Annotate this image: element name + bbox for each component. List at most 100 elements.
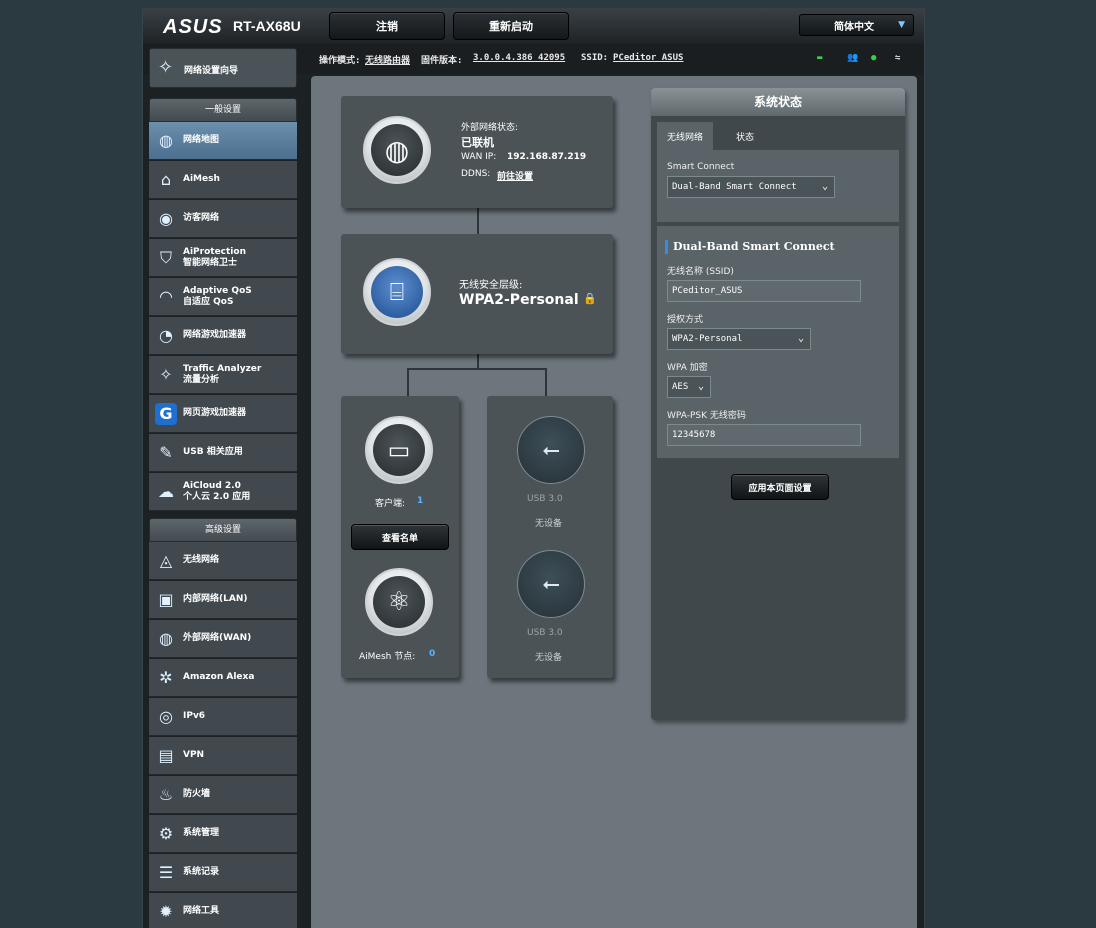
section-accent-bar xyxy=(665,240,668,254)
clients-label: 客户端: xyxy=(375,499,406,509)
language-value: 简体中文 xyxy=(834,21,874,33)
sidebar-item-game-boost[interactable]: ◔ 网络游戏加速器 xyxy=(149,317,297,355)
monitor-icon: ▭ xyxy=(373,424,425,476)
psk-input[interactable]: 12345678 xyxy=(667,424,861,446)
auth-select[interactable]: WPA2-Personal ⌄ xyxy=(667,328,811,350)
router-frame: ASUS RT-AX68U 注销 重新启动 简体中文 ▼ 操作模式: 无线路由器… xyxy=(142,8,925,928)
view-list-button[interactable]: 查看名单 xyxy=(351,524,449,550)
clients-node[interactable]: ▭ xyxy=(365,416,433,484)
sidebar-item-vpn[interactable]: ▤ VPN xyxy=(149,737,297,775)
internet-status-icon[interactable]: ▬ xyxy=(817,53,822,63)
smart-connect-label: Smart Connect xyxy=(667,162,735,172)
auth-value: WPA2-Personal xyxy=(672,334,743,344)
sidebar-item-aiprotection[interactable]: ⛉ AiProtection 智能网络卫士 xyxy=(149,239,297,277)
admin-icon: ⚙ xyxy=(158,824,174,843)
tab-status[interactable]: 状态 xyxy=(717,122,773,150)
sidebar-item-gpn[interactable]: G 网页游戏加速器 xyxy=(149,395,297,433)
sidebar-item-guest-network[interactable]: ◉ 访客网络 xyxy=(149,200,297,238)
usb-node-1[interactable]: ⭠ xyxy=(517,416,585,484)
firmware-label: 固件版本: xyxy=(421,56,463,66)
sidebar-item-label: AiProtection 智能网络卫士 xyxy=(183,246,246,268)
usb-card: ⭠ USB 3.0 无设备 ⭠ USB 3.0 无设备 xyxy=(487,396,613,678)
aimesh-node[interactable]: ⚛ xyxy=(365,568,433,636)
apply-button[interactable]: 应用本页面设置 xyxy=(731,474,829,500)
sidebar-item-label: 网络地图 xyxy=(183,135,220,145)
sidebar-item-wan[interactable]: ◍ 外部网络(WAN) xyxy=(149,620,297,658)
quick-setup-button[interactable]: ✧ 网络设置向导 xyxy=(149,48,297,88)
sidebar-item-aicloud[interactable]: ☁ AiCloud 2.0 个人云 2.0 应用 xyxy=(149,473,297,511)
sidebar-item-label: 无线网络 xyxy=(183,555,220,565)
system-status-panel: 系统状态 无线网络 状态 Smart Connect Dual-Band Sma… xyxy=(651,88,905,720)
wpa-enc-value: AES xyxy=(672,382,689,392)
sidebar-item-label: 系统管理 xyxy=(183,828,220,838)
alexa-icon: ✲ xyxy=(159,668,173,687)
shield-icon: ⛉ xyxy=(159,247,172,267)
reboot-button[interactable]: 重新启动 xyxy=(453,12,569,40)
sidebar-item-ipv6[interactable]: ◎ IPv6 xyxy=(149,698,297,736)
firewall-icon: ♨ xyxy=(158,785,174,804)
traffic-icon: ✧ xyxy=(159,365,173,384)
aiprotection-status-icon[interactable]: ● xyxy=(871,53,876,63)
ipv6-icon: ◎ xyxy=(159,707,173,726)
clients-count: 1 xyxy=(417,496,424,506)
internet-node[interactable]: ◍ xyxy=(363,116,431,184)
aimesh-count: 0 xyxy=(429,649,436,659)
ssid-input[interactable]: PCeditor_ASUS xyxy=(667,280,861,302)
smart-connect-value: Dual-Band Smart Connect xyxy=(672,182,797,192)
op-mode-label: 操作模式: xyxy=(319,56,361,66)
connector-line xyxy=(407,368,409,396)
cloud-icon: ☁ xyxy=(158,482,174,501)
sidebar-item-label: 网络游戏加速器 xyxy=(183,330,247,340)
usb-app-icon: ✎ xyxy=(159,443,173,462)
usb-port-status: 无设备 xyxy=(535,653,563,663)
sidebar-item-network-tools[interactable]: ✹ 网络工具 xyxy=(149,893,297,928)
usb-node-2[interactable]: ⭠ xyxy=(517,550,585,618)
sidebar-item-adaptive-qos[interactable]: ◠ Adaptive QoS 自适应 QoS xyxy=(149,278,297,316)
log-icon: ☰ xyxy=(158,863,174,882)
firmware-link[interactable]: 3.0.0.4.386_42095 xyxy=(473,53,565,63)
wan-globe-icon: ◍ xyxy=(159,629,173,648)
router-node[interactable]: ⌸ xyxy=(363,258,431,326)
chevron-down-icon: ⌄ xyxy=(821,181,828,192)
speedometer-icon: ◔ xyxy=(159,326,173,345)
sidebar-item-traffic-analyzer[interactable]: ✧ Traffic Analyzer 流量分析 xyxy=(149,356,297,394)
tab-wireless[interactable]: 无线网络 xyxy=(657,122,713,150)
sidebar-item-lan[interactable]: ▣ 内部网络(LAN) xyxy=(149,581,297,619)
usb-icon: ⭠ xyxy=(542,571,560,597)
usb-status-icon[interactable]: ⇋ xyxy=(895,53,900,63)
sidebar-item-usb-apps[interactable]: ✎ USB 相关应用 xyxy=(149,434,297,472)
sidebar-item-alexa[interactable]: ✲ Amazon Alexa xyxy=(149,659,297,697)
sidebar-item-firewall[interactable]: ♨ 防火墙 xyxy=(149,776,297,814)
sidebar-item-label: Adaptive QoS 自适应 QoS xyxy=(183,285,252,307)
smart-connect-select[interactable]: Dual-Band Smart Connect ⌄ xyxy=(667,176,835,198)
general-section-title: 一般设置 xyxy=(149,98,297,122)
gear-icon: ✹ xyxy=(159,902,173,921)
sidebar-item-label: VPN xyxy=(183,750,205,760)
advanced-section-title: 高级设置 xyxy=(149,518,297,542)
ddns-label: DDNS: xyxy=(461,169,491,179)
lan-icon: ▣ xyxy=(158,590,174,609)
security-value: WPA2-Personal xyxy=(459,292,579,308)
wpa-enc-select[interactable]: AES ⌄ xyxy=(667,376,711,398)
aimesh-icon: ⌂ xyxy=(160,170,172,189)
router-card[interactable]: ⌸ 无线安全层级: WPA2-Personal 🔒 xyxy=(341,234,613,354)
internet-card[interactable]: ◍ 外部网络状态: 已联机 WAN IP: 192.168.87.219 DDN… xyxy=(341,96,613,208)
guest-network-icon: ◉ xyxy=(159,209,173,228)
connector-line xyxy=(407,368,547,370)
ddns-link[interactable]: 前往设置 xyxy=(497,169,533,182)
sidebar-item-label: 外部网络(WAN) xyxy=(183,633,252,643)
sidebar-item-label: 网络工具 xyxy=(183,906,220,916)
sidebar-item-label: IPv6 xyxy=(183,711,206,721)
sidebar-item-administration[interactable]: ⚙ 系统管理 xyxy=(149,815,297,853)
sidebar-item-system-log[interactable]: ☰ 系统记录 xyxy=(149,854,297,892)
clients-status-icon[interactable]: 👥 xyxy=(847,53,858,63)
sidebar-item-label: USB 相关应用 xyxy=(183,447,243,457)
op-mode-link[interactable]: 无线路由器 xyxy=(365,53,410,66)
sidebar-item-wireless[interactable]: ◬ 无线网络 xyxy=(149,542,297,580)
language-select[interactable]: 简体中文 ▼ xyxy=(799,14,914,36)
sidebar-item-network-map[interactable]: ◍ 网络地图 xyxy=(149,122,297,160)
logout-button[interactable]: 注销 xyxy=(329,12,445,40)
top-bar: ASUS RT-AX68U 注销 重新启动 简体中文 ▼ xyxy=(143,8,924,44)
sidebar-item-label: 内部网络(LAN) xyxy=(183,594,248,604)
sidebar-item-aimesh[interactable]: ⌂ AiMesh xyxy=(149,161,297,199)
